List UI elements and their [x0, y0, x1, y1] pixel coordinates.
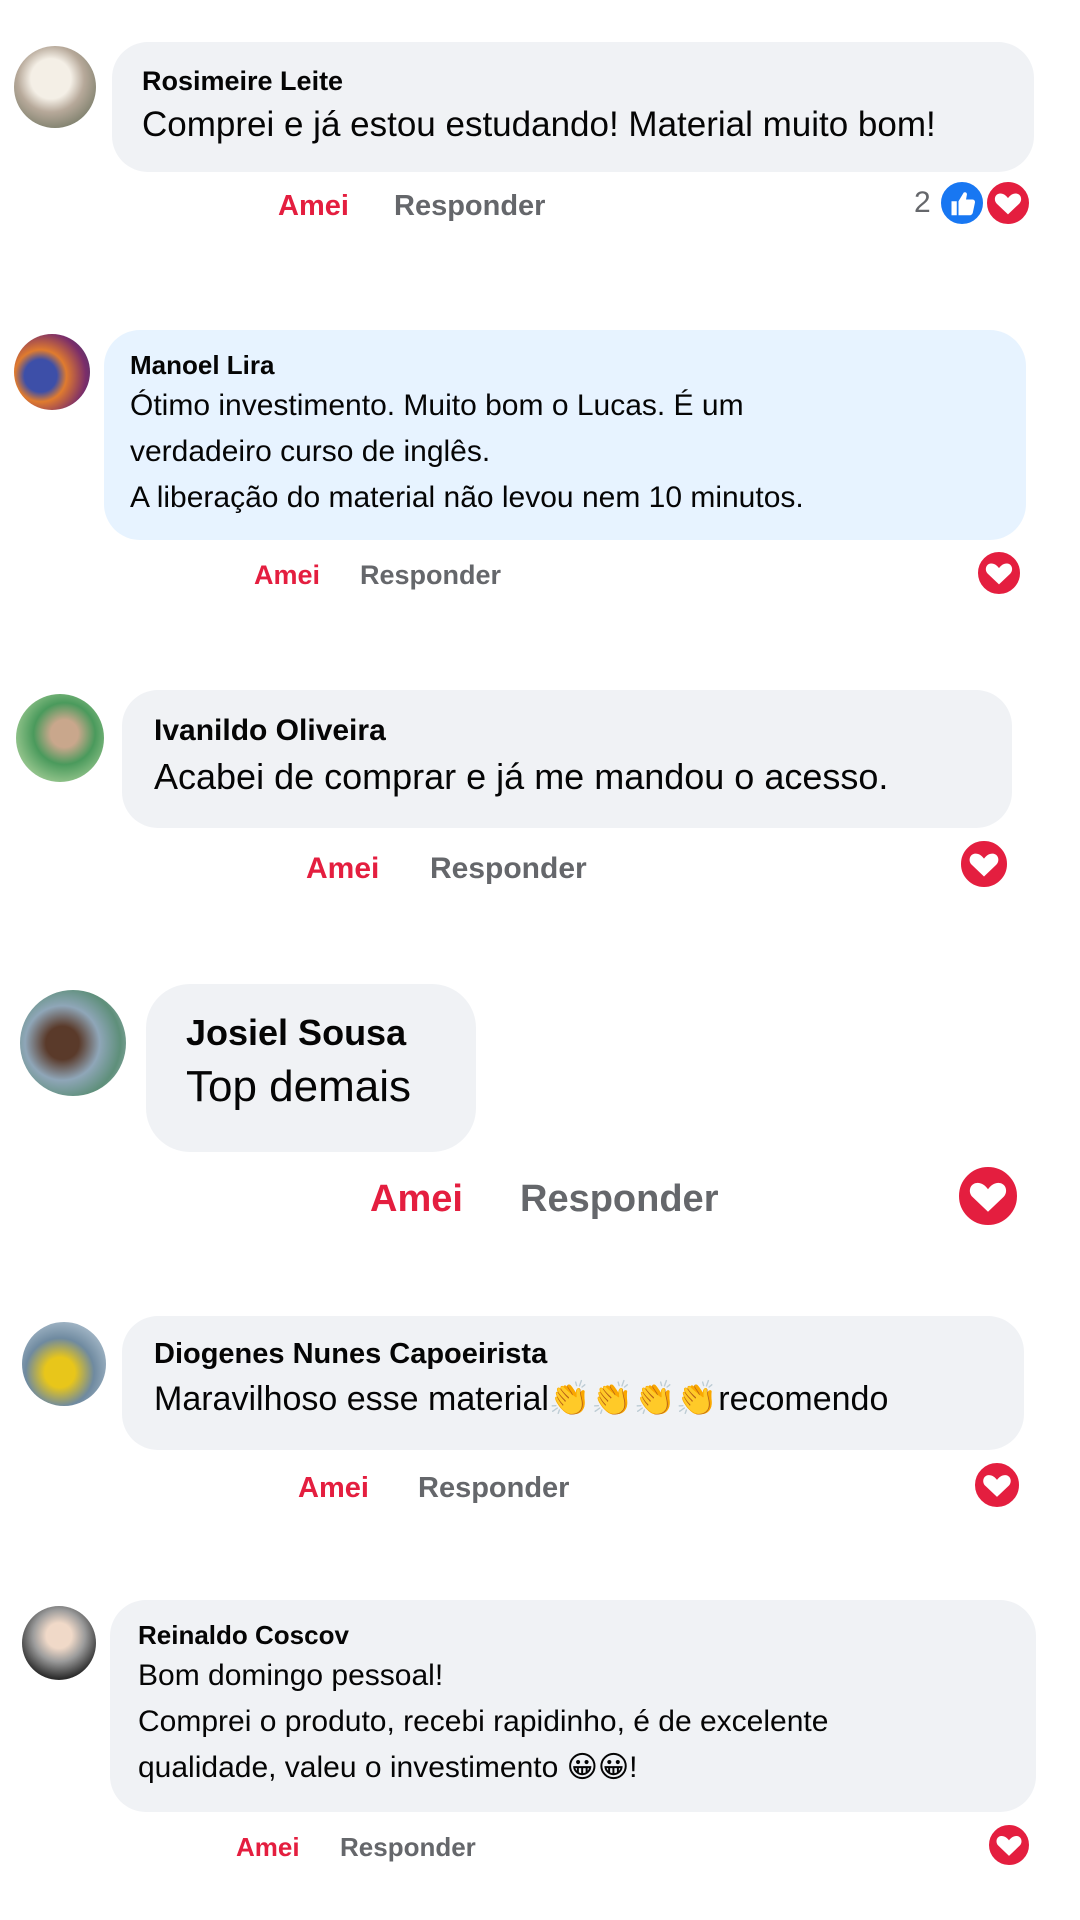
comment-bubble: Rosimeire Leite Comprei e já estou estud…	[112, 42, 1034, 172]
comment-author[interactable]: Diogenes Nunes Capoeirista	[154, 1338, 992, 1371]
love-button[interactable]: Amei	[278, 190, 349, 223]
comment-author[interactable]: Rosimeire Leite	[142, 66, 1004, 97]
avatar[interactable]	[22, 1322, 106, 1406]
comment-text: Ótimo investimento. Muito bom o Lucas. É…	[130, 389, 804, 514]
love-icon[interactable]	[958, 838, 1010, 890]
comment-bubble: Josiel Sousa Top demais	[146, 984, 476, 1152]
reply-button[interactable]: Responder	[394, 190, 545, 223]
love-button[interactable]: Amei	[254, 560, 320, 591]
reaction-count[interactable]: 2	[914, 186, 931, 220]
avatar[interactable]	[14, 334, 90, 410]
comment-bubble: Reinaldo Coscov Bom domingo pessoal! Com…	[110, 1600, 1036, 1812]
reply-button[interactable]: Responder	[430, 852, 587, 886]
comment-text: Top demais	[186, 1062, 412, 1111]
reply-button[interactable]: Responder	[360, 560, 501, 591]
comment-author[interactable]: Josiel Sousa	[186, 1012, 436, 1054]
love-button[interactable]: Amei	[306, 852, 379, 886]
avatar[interactable]	[20, 990, 126, 1096]
reply-button[interactable]: Responder	[340, 1832, 476, 1863]
comment-author[interactable]: Ivanildo Oliveira	[154, 714, 980, 748]
comment-text: Acabei de comprar e já me mandou o acess…	[154, 756, 889, 797]
love-button[interactable]: Amei	[298, 1472, 369, 1505]
comment-author[interactable]: Reinaldo Coscov	[138, 1620, 1008, 1651]
comment-bubble: Ivanildo Oliveira Acabei de comprar e já…	[122, 690, 1012, 828]
comment-text: Bom domingo pessoal! Comprei o produto, …	[138, 1659, 829, 1784]
reply-button[interactable]: Responder	[418, 1472, 569, 1505]
love-button[interactable]: Amei	[370, 1178, 463, 1221]
comment-text: Comprei e já estou estudando! Material m…	[142, 105, 936, 144]
avatar[interactable]	[22, 1606, 96, 1680]
comment-bubble: Manoel Lira Ótimo investimento. Muito bo…	[104, 330, 1026, 540]
love-button[interactable]: Amei	[236, 1832, 300, 1863]
like-icon[interactable]	[938, 179, 986, 227]
avatar[interactable]	[14, 46, 96, 128]
comment-author[interactable]: Manoel Lira	[130, 350, 1000, 381]
love-icon[interactable]	[984, 179, 1032, 227]
love-icon[interactable]	[956, 1164, 1020, 1228]
love-icon[interactable]	[972, 1460, 1022, 1510]
avatar[interactable]	[16, 694, 104, 782]
love-icon[interactable]	[986, 1822, 1032, 1868]
love-icon[interactable]	[975, 549, 1023, 597]
comment-bubble: Diogenes Nunes Capoeirista Maravilhoso e…	[122, 1316, 1024, 1450]
reply-button[interactable]: Responder	[520, 1178, 718, 1221]
comment-text: Maravilhoso esse material👏👏👏👏recomendo	[154, 1380, 889, 1418]
